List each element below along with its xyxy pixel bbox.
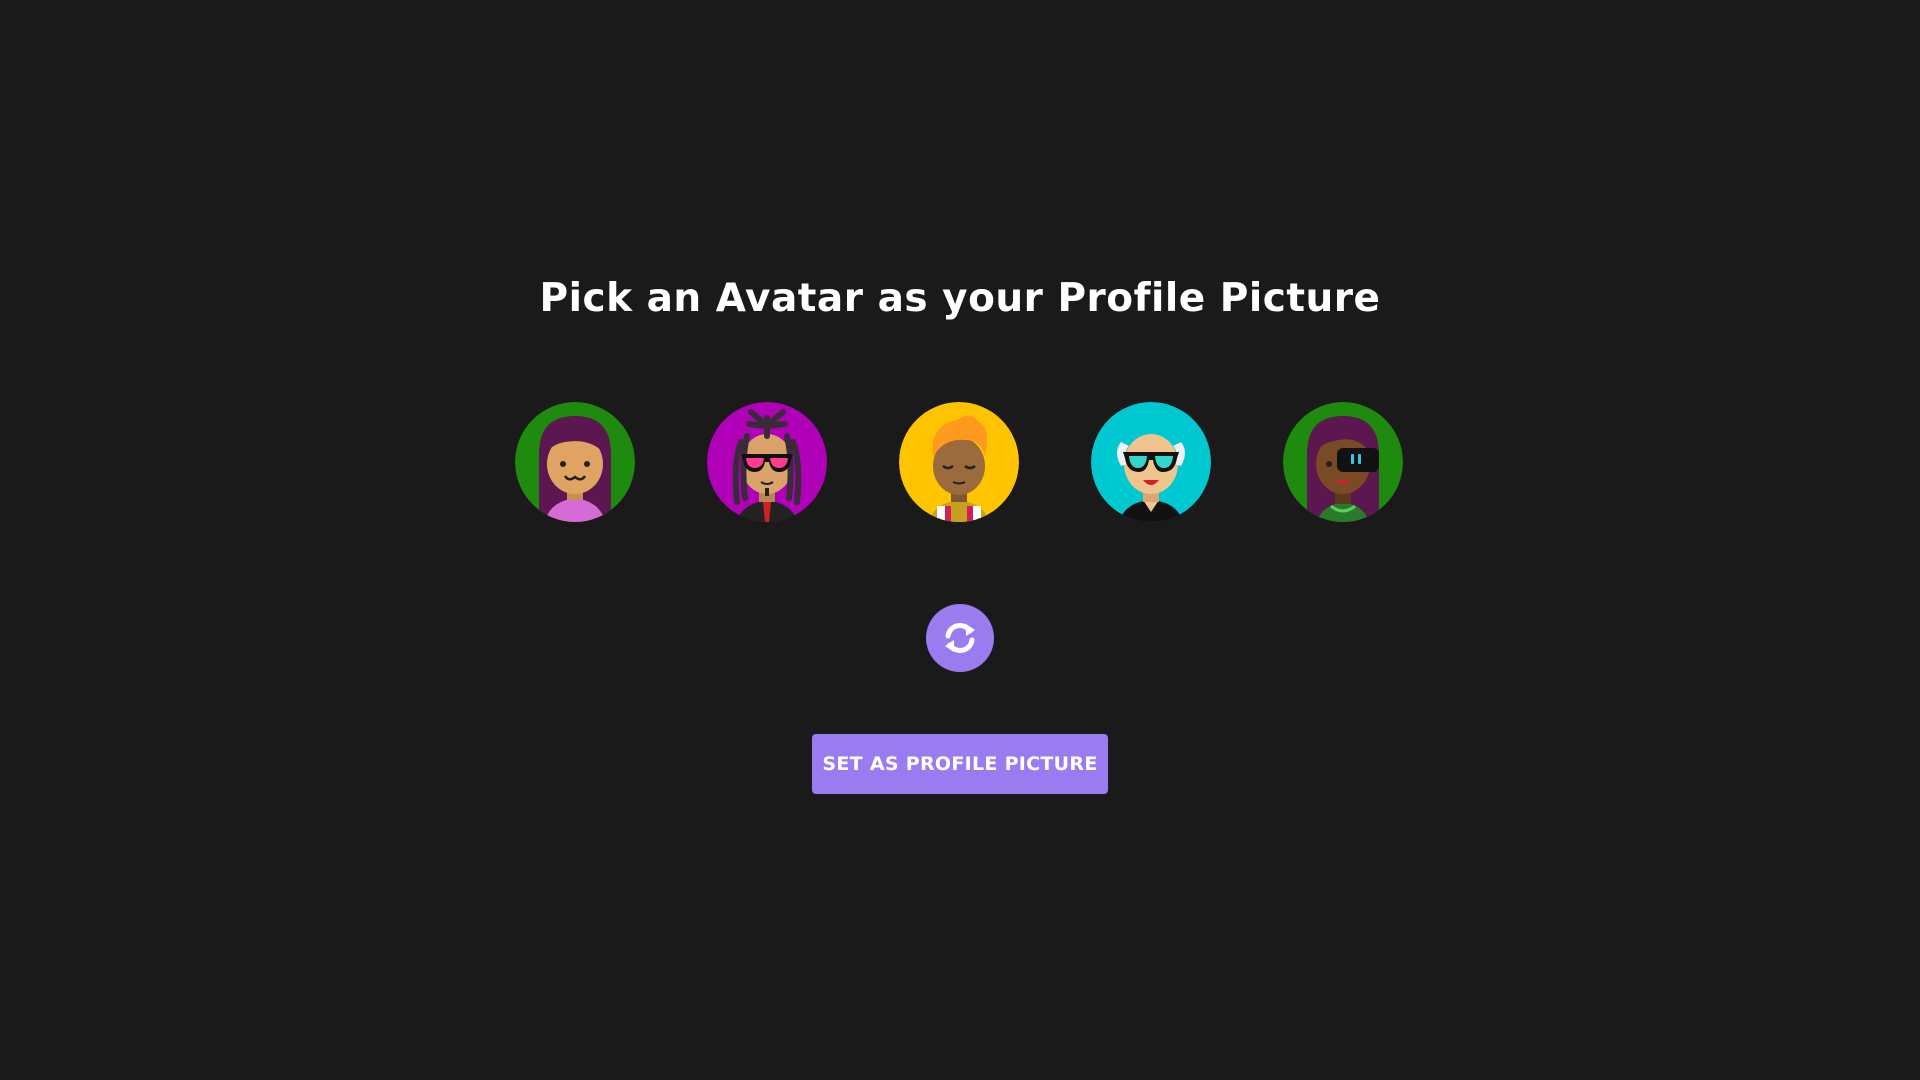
avatar-list xyxy=(515,402,1405,524)
avatar-3-image xyxy=(899,402,1019,522)
avatar-option-2[interactable] xyxy=(707,402,827,522)
page-title: Pick an Avatar as your Profile Picture xyxy=(539,276,1381,321)
avatar-1-image xyxy=(515,402,635,522)
avatar-picker-page: Pick an Avatar as your Profile Picture S… xyxy=(0,0,1920,1080)
avatar-option-1[interactable] xyxy=(515,402,635,522)
refresh-icon xyxy=(945,623,975,653)
avatar-4-image xyxy=(1091,402,1211,522)
set-profile-picture-button[interactable]: SET AS PROFILE PICTURE xyxy=(812,734,1108,794)
avatar-option-4[interactable] xyxy=(1091,402,1211,522)
refresh-avatars-button[interactable] xyxy=(926,604,994,672)
avatar-5-image xyxy=(1283,402,1403,522)
avatar-option-5[interactable] xyxy=(1283,402,1403,522)
avatar-2-image xyxy=(707,402,827,522)
avatar-option-3[interactable] xyxy=(899,402,1019,522)
